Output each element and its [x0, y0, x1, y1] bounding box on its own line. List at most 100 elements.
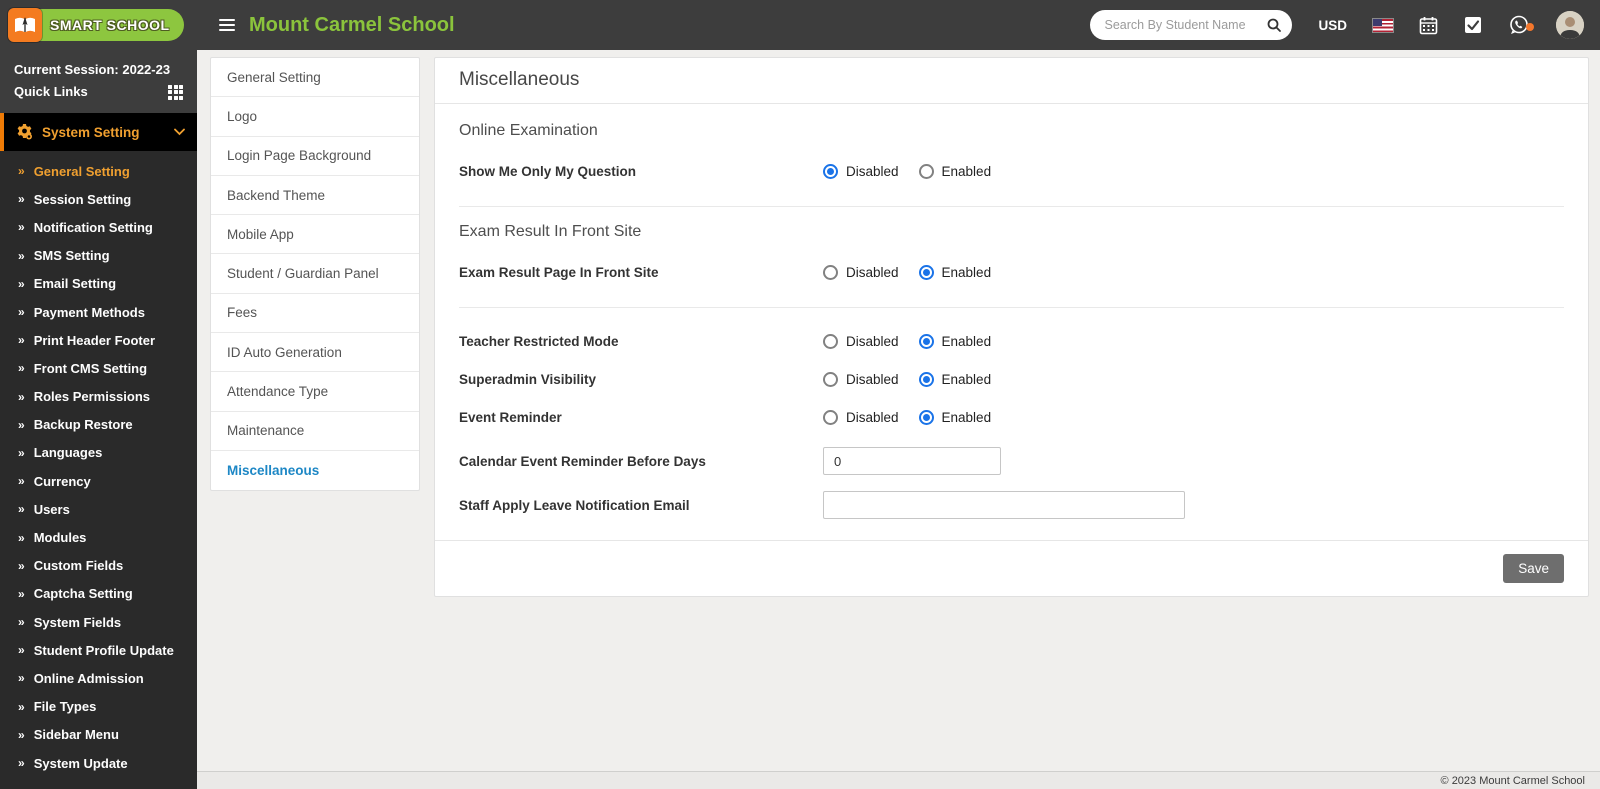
- search-input[interactable]: [1104, 18, 1266, 32]
- quick-links[interactable]: Quick Links: [14, 81, 183, 103]
- sidebar-item-users[interactable]: »Users: [0, 495, 197, 523]
- chevrons-icon: »: [18, 361, 25, 375]
- sidebar-item-session-setting[interactable]: »Session Setting: [0, 185, 197, 213]
- whatsapp-icon[interactable]: [1508, 14, 1530, 36]
- form-row-superadmin-visibility: Superadmin Visibility Disabled Enabled: [459, 360, 1564, 398]
- radio-disabled[interactable]: [823, 372, 838, 387]
- sidebar-item-front-cms-setting[interactable]: » Front CMS Setting: [0, 354, 197, 382]
- sidebar-item-label: Front CMS Setting: [34, 361, 147, 376]
- radio-disabled[interactable]: [823, 410, 838, 425]
- sidebar-item-label: General Setting: [34, 164, 130, 179]
- calendar-icon[interactable]: [1419, 16, 1438, 35]
- radio-disabled-label: Disabled: [846, 334, 899, 349]
- sidebar-item-online-admission[interactable]: »Online Admission: [0, 664, 197, 692]
- sidebar-item-backup-restore[interactable]: »Backup Restore: [0, 411, 197, 439]
- radio-enabled[interactable]: [919, 372, 934, 387]
- radio-disabled[interactable]: [823, 265, 838, 280]
- notification-badge: [1526, 23, 1534, 31]
- session-block: Current Session: 2022-23 Quick Links: [0, 50, 197, 113]
- todo-check-icon[interactable]: [1464, 16, 1482, 34]
- sidebar-item-system-fields[interactable]: »System Fields: [0, 608, 197, 636]
- sidebar-item-captcha-setting[interactable]: »Captcha Setting: [0, 580, 197, 608]
- radio-disabled[interactable]: [823, 334, 838, 349]
- chevrons-icon: »: [18, 671, 25, 685]
- search-icon[interactable]: [1266, 17, 1282, 33]
- tab-student-guardian-panel[interactable]: Student / Guardian Panel: [211, 254, 419, 293]
- sidebar-item-languages[interactable]: »Languages: [0, 439, 197, 467]
- sidebar-item-file-types[interactable]: »File Types: [0, 693, 197, 721]
- radio-enabled[interactable]: [919, 410, 934, 425]
- radio-disabled-label: Disabled: [846, 372, 899, 387]
- sidebar-item-custom-fields[interactable]: »Custom Fields: [0, 552, 197, 580]
- tab-general-setting[interactable]: General Setting: [211, 58, 419, 97]
- sidebar-item-label: SMS Setting: [34, 248, 110, 263]
- logo-pill: SMART SCHOOL: [10, 9, 184, 41]
- form-row-teacher-restricted-mode: Teacher Restricted Mode Disabled Enabled: [459, 322, 1564, 360]
- chevrons-icon: »: [18, 446, 25, 460]
- radio-enabled[interactable]: [919, 334, 934, 349]
- tab-login-page-background[interactable]: Login Page Background: [211, 137, 419, 176]
- app-logo[interactable]: SMART SCHOOL: [0, 0, 197, 50]
- chevrons-icon: »: [18, 333, 25, 347]
- current-session-label: Current Session: 2022-23: [14, 59, 183, 81]
- tab-id-auto-generation[interactable]: ID Auto Generation: [211, 333, 419, 372]
- radio-enabled-label: Enabled: [942, 334, 992, 349]
- chevrons-icon: »: [18, 615, 25, 629]
- radio-disabled-label: Disabled: [846, 265, 899, 280]
- currency-label[interactable]: USD: [1318, 18, 1347, 33]
- user-avatar[interactable]: [1556, 11, 1584, 39]
- sidebar-item-payment-methods[interactable]: »Payment Methods: [0, 298, 197, 326]
- language-flag-icon[interactable]: [1373, 19, 1393, 32]
- field-label: Show Me Only My Question: [459, 164, 823, 179]
- sidebar-item-print-header-footer[interactable]: »Print Header Footer: [0, 326, 197, 354]
- tab-attendance-type[interactable]: Attendance Type: [211, 372, 419, 411]
- miscellaneous-panel: Miscellaneous Online Examination Show Me…: [434, 57, 1589, 597]
- sidebar-item-currency[interactable]: »Currency: [0, 467, 197, 495]
- sidebar-item-label: System Update: [34, 756, 128, 771]
- sidebar-item-sms-setting[interactable]: »SMS Setting: [0, 242, 197, 270]
- radio-enabled[interactable]: [919, 265, 934, 280]
- section-online-examination: Online Examination: [459, 122, 1564, 140]
- sidebar-item-label: Captcha Setting: [34, 586, 133, 601]
- sidebar-item-modules[interactable]: » Modules: [0, 523, 197, 551]
- chevrons-icon: »: [18, 531, 25, 545]
- sidebar-item-sidebar-menu[interactable]: »Sidebar Menu: [0, 721, 197, 749]
- chevrons-icon: »: [18, 559, 25, 573]
- tab-mobile-app[interactable]: Mobile App: [211, 215, 419, 254]
- field-label: Event Reminder: [459, 410, 823, 425]
- sidebar-item-general-setting[interactable]: »General Setting: [0, 157, 197, 185]
- panel-footer: Save: [435, 540, 1588, 596]
- sidebar-item-label: Sidebar Menu: [34, 727, 119, 742]
- sidebar-item-notification-setting[interactable]: »Notification Setting: [0, 213, 197, 241]
- quick-links-label: Quick Links: [14, 81, 88, 103]
- tab-fees[interactable]: Fees: [211, 294, 419, 333]
- menu-toggle-icon[interactable]: [219, 19, 235, 31]
- sidebar-item-label: Modules: [34, 530, 87, 545]
- top-header: SMART SCHOOL Mount Carmel School USD: [0, 0, 1600, 50]
- calendar-reminder-days-input[interactable]: [823, 447, 1001, 475]
- sidebar-item-roles-permissions[interactable]: »Roles Permissions: [0, 383, 197, 411]
- sidebar-item-system-update[interactable]: »System Update: [0, 749, 197, 777]
- chevron-down-icon: [174, 128, 185, 136]
- tab-maintenance[interactable]: Maintenance: [211, 412, 419, 451]
- field-label: Staff Apply Leave Notification Email: [459, 498, 823, 513]
- sidebar-item-email-setting[interactable]: »Email Setting: [0, 270, 197, 298]
- tab-miscellaneous[interactable]: Miscellaneous: [211, 451, 419, 490]
- grid-icon: [168, 85, 183, 100]
- sidebar-item-label: Currency: [34, 474, 91, 489]
- tab-logo[interactable]: Logo: [211, 97, 419, 136]
- save-button[interactable]: Save: [1503, 554, 1564, 583]
- section-divider: [459, 307, 1564, 308]
- radio-disabled[interactable]: [823, 164, 838, 179]
- sidebar-item-student-profile-update[interactable]: »Student Profile Update: [0, 636, 197, 664]
- chevrons-icon: »: [18, 220, 25, 234]
- sidebar-item-system-setting[interactable]: System Setting: [0, 113, 197, 151]
- form-row-event-reminder: Event Reminder Disabled Enabled: [459, 398, 1564, 436]
- radio-enabled-label: Enabled: [942, 410, 992, 425]
- staff-leave-notification-email-input[interactable]: [823, 491, 1185, 519]
- chevrons-icon: »: [18, 418, 25, 432]
- tab-backend-theme[interactable]: Backend Theme: [211, 176, 419, 215]
- page-footer: © 2023 Mount Carmel School: [197, 771, 1600, 789]
- radio-enabled[interactable]: [919, 164, 934, 179]
- student-search: [1090, 10, 1292, 40]
